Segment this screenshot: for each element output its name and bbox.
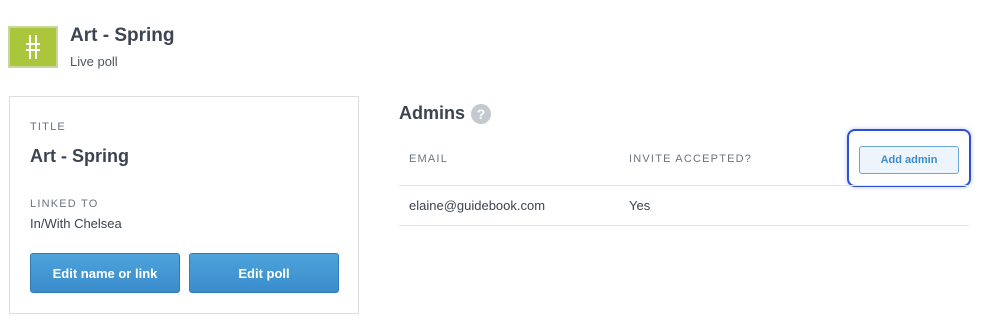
email-column-header: EMAIL [409,153,449,165]
edit-poll-button[interactable]: Edit poll [189,253,339,293]
add-admin-highlight: Add admin [847,129,971,187]
hashtag-logo-icon [26,35,40,59]
admin-email-cell: elaine@guidebook.com [409,198,546,213]
page-title: Art - Spring [70,25,175,46]
table-divider [399,185,969,186]
poll-header: Art - Spring Live poll [8,25,175,69]
help-icon[interactable]: ? [471,103,492,124]
linked-to-value: In/With Chelsea [30,216,122,231]
edit-name-or-link-button[interactable]: Edit name or link [30,253,180,293]
poll-logo [8,26,58,68]
linked-to-label: LINKED TO [30,198,99,210]
admin-accepted-cell: Yes [629,198,651,213]
table-divider [399,225,969,226]
invite-accepted-column-header: INVITE ACCEPTED? [629,153,753,165]
add-admin-button[interactable]: Add admin [859,146,959,174]
title-label: TITLE [30,121,66,133]
title-value: Art - Spring [30,146,129,166]
admins-title: Admins [399,103,466,123]
admins-heading: Admins ? [399,103,492,124]
poll-details-card: TITLE Art - Spring LINKED TO In/With Che… [9,96,359,314]
page-subtitle: Live poll [70,54,118,69]
poll-detail-page: Art - Spring Live poll TITLE Art - Sprin… [0,0,982,328]
